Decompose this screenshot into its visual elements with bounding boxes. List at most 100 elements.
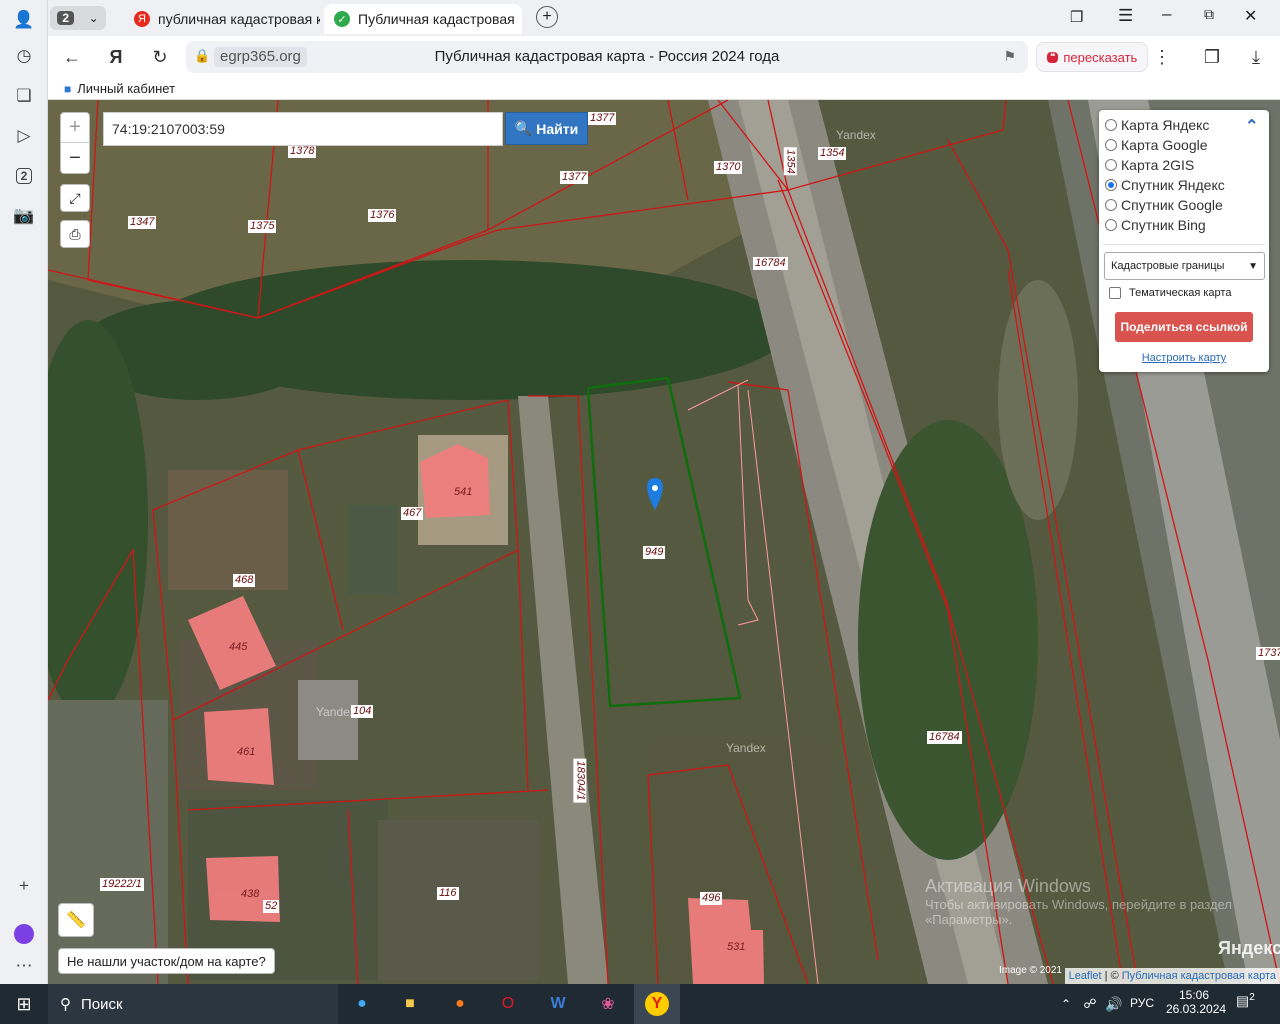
bookmarks-bar: ■ Личный кабинет bbox=[48, 78, 1280, 100]
download-icon[interactable]: ⤓ bbox=[1242, 43, 1270, 71]
yandex-browser-taskbar-icon[interactable]: Y bbox=[634, 984, 680, 1024]
not-found-button[interactable]: Не нашли участок/дом на карте? bbox=[58, 948, 275, 974]
bookmark-personal-account[interactable]: ■ Личный кабинет bbox=[64, 81, 175, 96]
file-explorer-icon[interactable]: ■ bbox=[390, 988, 430, 1020]
add-icon[interactable]: + bbox=[10, 872, 38, 900]
parcel-label[interactable]: 1347 bbox=[128, 216, 157, 229]
radio-icon[interactable] bbox=[1105, 139, 1117, 151]
extensions-icon[interactable]: ❐ bbox=[1198, 43, 1226, 71]
parcel-label[interactable]: 541 bbox=[452, 486, 474, 499]
menu-icon[interactable]: ☰ bbox=[1118, 6, 1133, 26]
parcel-label[interactable]: 1354 bbox=[783, 147, 797, 176]
tab-cadastral[interactable]: ✓ Публичная кадастровая ✕ bbox=[324, 4, 522, 34]
parcel-label[interactable]: 18304/1 bbox=[573, 758, 587, 803]
print-icon[interactable]: ⎙ bbox=[60, 220, 90, 248]
zoom-in-button[interactable]: + bbox=[61, 113, 89, 143]
zoom-out-button[interactable]: − bbox=[61, 143, 89, 173]
share-link-button[interactable]: Поделиться ссылкой bbox=[1115, 312, 1253, 342]
back-icon[interactable]: ← bbox=[58, 43, 86, 71]
bookmark-icon[interactable]: ⚑ bbox=[1003, 48, 1016, 65]
parcel-label[interactable]: 16784 bbox=[927, 731, 962, 744]
paint-icon[interactable]: ❀ bbox=[588, 988, 628, 1020]
parcel-label[interactable]: 1370 bbox=[714, 161, 743, 174]
parcel-label[interactable]: 1377 bbox=[588, 112, 617, 125]
fullscreen-icon[interactable]: ⤢ bbox=[60, 184, 90, 212]
close-window-icon[interactable]: ✕ bbox=[1244, 6, 1257, 26]
radio-icon[interactable] bbox=[1105, 219, 1117, 231]
word-icon[interactable]: W bbox=[538, 988, 578, 1020]
windows-taskbar: ⊞ ⚲ Поиск ● ■ ● O W ❀ Y ⌃ ☍ 🔊 РУС 15:06 … bbox=[0, 984, 1280, 1024]
page-menu-icon[interactable]: ⋮ bbox=[1148, 43, 1176, 71]
taskbar-search[interactable]: ⚲ Поиск bbox=[48, 984, 338, 1024]
alice-icon[interactable] bbox=[10, 920, 38, 948]
parcel-label[interactable]: 52 bbox=[263, 900, 280, 913]
sidebar-badge[interactable]: 2 bbox=[10, 162, 38, 190]
history-icon[interactable]: ◷ bbox=[10, 42, 38, 70]
close-tab-icon[interactable]: ✕ bbox=[515, 11, 522, 28]
parcel-label[interactable]: 1737 bbox=[1256, 647, 1280, 660]
minimize-icon[interactable]: – bbox=[1162, 4, 1171, 24]
parcel-label[interactable]: 1378 bbox=[288, 145, 317, 158]
retell-button[interactable]: ❝ пересказать bbox=[1036, 42, 1149, 72]
tab-yandex[interactable]: Я публичная кадастровая к bbox=[124, 4, 320, 34]
checkbox-icon[interactable] bbox=[1109, 287, 1121, 299]
parcel-label[interactable]: 468 bbox=[233, 574, 256, 587]
ruler-icon[interactable]: 📏 bbox=[58, 903, 94, 937]
edge-icon[interactable]: ● bbox=[342, 988, 382, 1020]
radio-icon[interactable] bbox=[1105, 199, 1117, 211]
play-icon[interactable]: ▷ bbox=[10, 122, 38, 150]
parcel-label[interactable]: 1375 bbox=[248, 220, 277, 233]
layer-option-2gis-map[interactable]: Карта 2GIS bbox=[1105, 155, 1194, 175]
yandex-watermark: Yandex bbox=[726, 741, 766, 755]
parcel-label[interactable]: 445 bbox=[227, 641, 249, 654]
pkk-link[interactable]: Публичная кадастровая карта bbox=[1122, 970, 1276, 982]
restore-icon[interactable]: ⧉ bbox=[1204, 6, 1214, 23]
yandex-home-icon[interactable]: Я bbox=[102, 43, 130, 71]
bookmarks-icon[interactable]: ❐ bbox=[1070, 8, 1083, 26]
parcel-label[interactable]: 461 bbox=[235, 746, 257, 759]
layer-option-yandex-map[interactable]: Карта Яндекс bbox=[1105, 115, 1209, 135]
parcel-label[interactable]: 531 bbox=[725, 941, 747, 954]
notifications-icon[interactable]: ▤2 bbox=[1236, 992, 1255, 1010]
parcel-label[interactable]: 949 bbox=[643, 546, 666, 559]
parcel-label[interactable]: 19222/1 bbox=[100, 878, 144, 891]
layer-option-bing-satellite[interactable]: Спутник Bing bbox=[1105, 215, 1206, 235]
layer-option-google-satellite[interactable]: Спутник Google bbox=[1105, 195, 1223, 215]
firefox-icon[interactable]: ● bbox=[440, 988, 480, 1020]
volume-icon[interactable]: 🔊 bbox=[1094, 988, 1134, 1020]
parcel-label[interactable]: 467 bbox=[401, 507, 424, 520]
radio-icon[interactable] bbox=[1105, 159, 1117, 171]
thematic-map-option[interactable]: Тематическая карта bbox=[1109, 287, 1231, 299]
language-indicator[interactable]: РУС bbox=[1130, 996, 1154, 1010]
screenshot-icon[interactable]: 📷 bbox=[10, 202, 38, 230]
parcel-label[interactable]: 1376 bbox=[368, 209, 397, 222]
collections-icon[interactable]: ❏ bbox=[10, 82, 38, 110]
find-button[interactable]: 🔍 Найти bbox=[505, 112, 588, 145]
opera-icon[interactable]: O bbox=[488, 988, 528, 1020]
more-icon[interactable]: ⋯ bbox=[10, 952, 38, 980]
parcel-label[interactable]: 116 bbox=[437, 887, 459, 900]
parcel-label[interactable]: 496 bbox=[700, 892, 723, 905]
map-attribution: Leaflet | © Публичная кадастровая карта bbox=[1064, 968, 1280, 984]
tab-group-button[interactable]: 2 ⌄ bbox=[50, 6, 106, 30]
collapse-panel-icon[interactable]: ⌃ bbox=[1245, 116, 1258, 136]
layer-option-yandex-satellite[interactable]: Спутник Яндекс bbox=[1105, 175, 1225, 195]
profile-icon[interactable]: 👤 bbox=[10, 6, 38, 34]
windows-start-icon[interactable]: ⊞ bbox=[4, 988, 44, 1020]
boundary-type-select[interactable]: Кадастровые границы ▼ bbox=[1104, 252, 1265, 280]
radio-icon[interactable] bbox=[1105, 119, 1117, 131]
radio-icon[interactable] bbox=[1105, 179, 1117, 191]
new-tab-button[interactable]: + bbox=[536, 6, 558, 28]
layer-option-google-map[interactable]: Карта Google bbox=[1105, 135, 1208, 155]
reload-icon[interactable]: ↻ bbox=[146, 43, 174, 71]
parcel-label[interactable]: 1354 bbox=[818, 147, 847, 160]
parcel-label[interactable]: 16784 bbox=[753, 257, 788, 270]
configure-map-link[interactable]: Настроить карту bbox=[1099, 352, 1269, 364]
parcel-label[interactable]: 1377 bbox=[560, 171, 589, 184]
clock[interactable]: 15:06 26.03.2024 bbox=[1166, 988, 1226, 1016]
leaflet-link[interactable]: Leaflet bbox=[1069, 970, 1102, 982]
parcel-label[interactable]: 438 bbox=[239, 888, 261, 901]
cadastral-map[interactable]: 1378 1377 1370 1354 1354 1347 1375 1376 … bbox=[48, 100, 1280, 984]
url-field[interactable]: 🔒 egrp365.org Публичная кадастровая карт… bbox=[186, 41, 1028, 73]
cadastral-number-input[interactable] bbox=[103, 112, 503, 146]
